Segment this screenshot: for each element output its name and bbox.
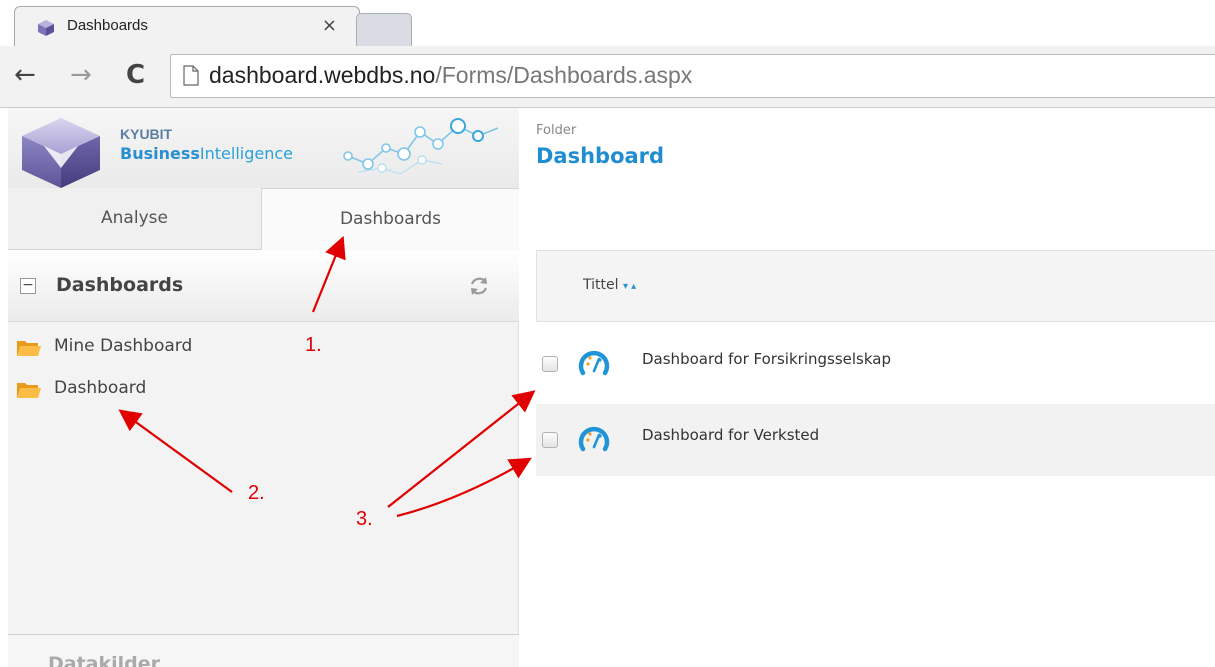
kyubit-cube-icon [38, 20, 54, 36]
table-row[interactable]: Dashboard for Forsikringsselskap [536, 328, 1215, 400]
browser-toolbar: ← → C dashboard.webdbs.no/Forms/Dashboar… [0, 46, 1215, 108]
row-checkbox[interactable] [542, 432, 558, 448]
new-tab-button[interactable] [356, 13, 412, 46]
refresh-icon[interactable] [467, 274, 491, 298]
browser-tab-dashboards[interactable]: Dashboards × [14, 6, 360, 46]
row-checkbox[interactable] [542, 356, 558, 372]
kyubit-logo-cube [22, 118, 100, 188]
annotation-label-3: 3. [356, 508, 373, 530]
brand-kyubit: KYUBIT [120, 126, 173, 142]
browser-tab-title: Dashboards [67, 17, 148, 34]
dashboard-gauge-icon [578, 426, 610, 452]
folder-label: Folder [536, 123, 577, 138]
folder-icon [17, 341, 41, 356]
column-title-header[interactable]: Tittel ▾ ▴ [583, 277, 636, 293]
left-panel: KYUBIT BusinessIntelligence Analyse Dash… [8, 108, 519, 667]
annotation-label-2: 2. [248, 482, 265, 504]
network-graph-decoration [343, 118, 499, 175]
browser-tabstrip: Dashboards × [0, 0, 1215, 46]
annotation-label-1: 1. [305, 334, 322, 356]
dashboard-name: Dashboard for Verksted [642, 426, 820, 444]
dashboard-name: Dashboard for Forsikringsselskap [642, 350, 891, 368]
forward-arrow-icon[interactable]: → [70, 60, 92, 90]
page-icon [183, 65, 199, 86]
tab-dashboards[interactable]: Dashboards [262, 188, 519, 250]
panel-title: Dashboards [56, 274, 184, 296]
reload-icon[interactable]: C [126, 60, 145, 90]
datasources-title: Datakilder [48, 653, 161, 667]
url-path: /Forms/Dashboards.aspx [435, 62, 693, 88]
address-bar[interactable]: dashboard.webdbs.no/Forms/Dashboards.asp… [170, 54, 1215, 98]
table-row[interactable]: Dashboard for Verksted [536, 404, 1215, 476]
address-url: dashboard.webdbs.no/Forms/Dashboards.asp… [209, 62, 692, 89]
url-host: dashboard.webdbs.no [209, 62, 436, 88]
column-title-label: Tittel [583, 277, 619, 293]
sort-arrows-icon[interactable]: ▾ ▴ [623, 281, 636, 292]
grid-header: Tittel ▾ ▴ [536, 250, 1215, 322]
dashboard-gauge-icon [578, 350, 610, 376]
brand-business: Business [120, 144, 200, 163]
brand-business-intelligence: BusinessIntelligence [120, 144, 293, 163]
tab-close-icon[interactable]: × [322, 15, 337, 36]
tree-item-label: Mine Dashboard [54, 336, 193, 356]
brand-intelligence: Intelligence [199, 144, 293, 163]
tree-item-label: Dashboard [54, 378, 147, 398]
tab-analyse[interactable]: Analyse [8, 188, 262, 250]
datasources-panel-header[interactable]: Datakilder [8, 634, 519, 667]
back-arrow-icon[interactable]: ← [14, 60, 36, 90]
folder-title: Dashboard [536, 144, 665, 168]
dashboards-panel-header: − Dashboards [8, 250, 519, 322]
collapse-toggle-icon[interactable]: − [20, 278, 36, 294]
brand-header: KYUBIT BusinessIntelligence [8, 108, 519, 188]
folder-icon [17, 383, 41, 398]
sidebar-tabs: Analyse Dashboards [8, 188, 519, 250]
